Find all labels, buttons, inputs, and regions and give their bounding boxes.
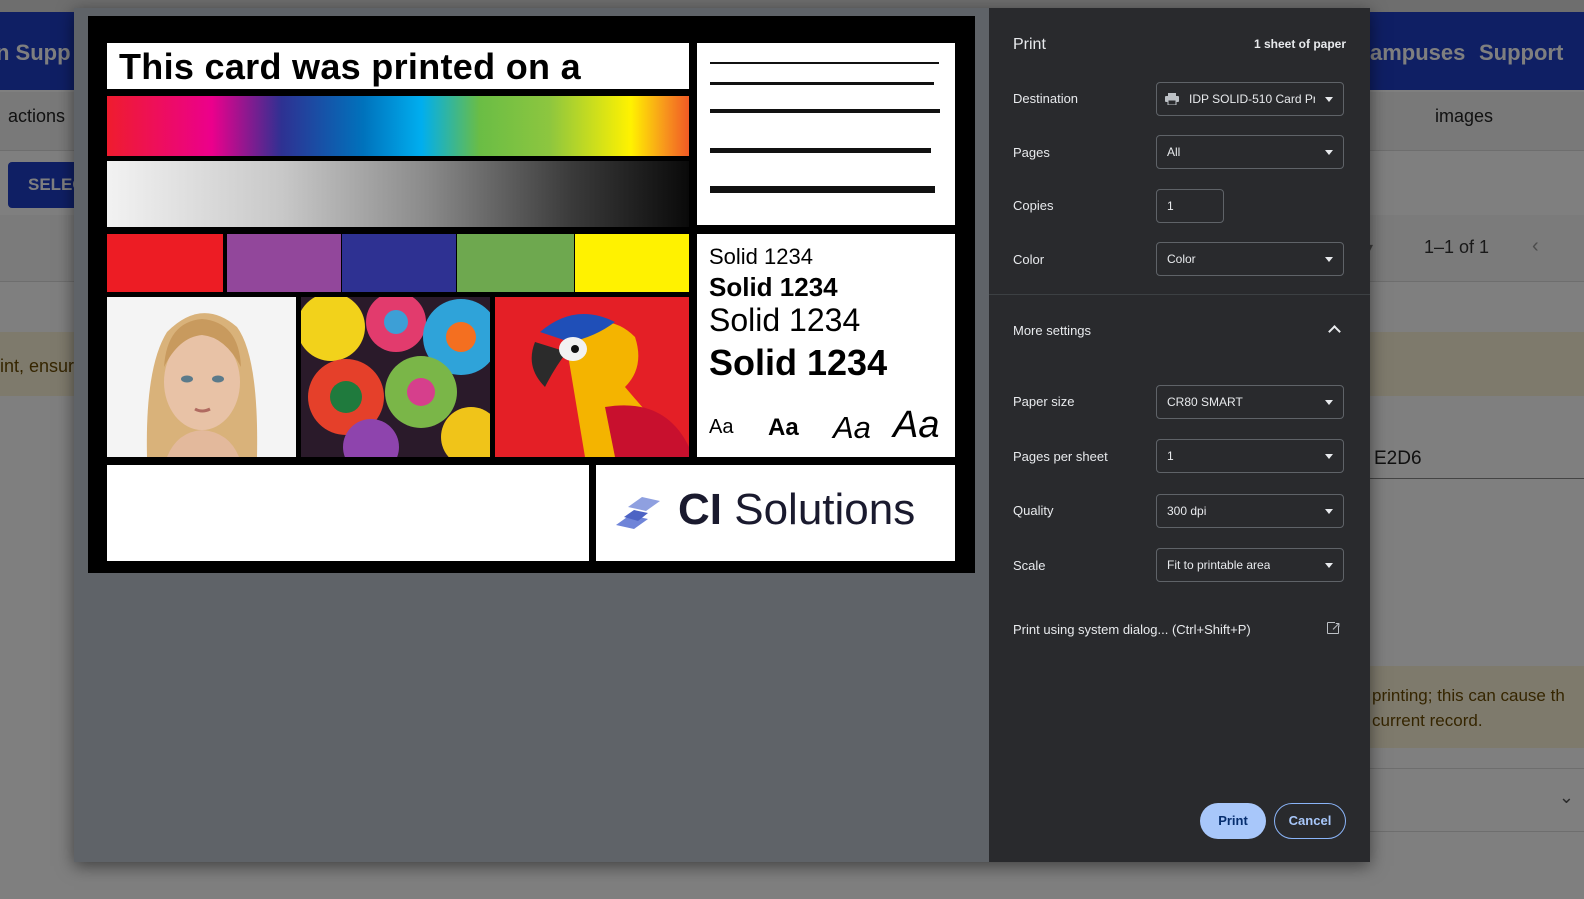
line-sample-4 <box>710 148 931 153</box>
ci-solutions-logo-icon <box>616 497 660 529</box>
logo-panel: CI Solutions <box>596 465 955 561</box>
swatch-yellow <box>575 234 689 292</box>
portrait-photo <box>107 297 296 457</box>
destination-value: IDP SOLID-510 Card Printer <box>1189 92 1315 106</box>
print-preview-area: This card was printed on a Solid 1234 So… <box>74 8 989 862</box>
pages-per-sheet-value: 1 <box>1167 449 1174 463</box>
pages-value: All <box>1167 145 1181 159</box>
pages-select[interactable]: All <box>1156 135 1344 169</box>
swatch-red <box>107 234 223 292</box>
settings-divider <box>989 294 1370 295</box>
parrot-photo <box>495 297 689 457</box>
quality-label: Quality <box>1013 503 1054 518</box>
quality-value: 300 dpi <box>1167 504 1207 518</box>
dropdown-caret-icon <box>1325 454 1333 459</box>
dropdown-caret-icon <box>1325 97 1333 102</box>
color-gradient-bar <box>107 96 689 156</box>
dropdown-caret-icon <box>1325 563 1333 568</box>
color-label: Color <box>1013 252 1045 267</box>
scale-value: Fit to printable area <box>1167 558 1271 572</box>
dropdown-caret-icon <box>1325 150 1333 155</box>
print-settings-panel: Print 1 sheet of paper Destination IDP S… <box>989 8 1370 862</box>
solid-sample-2: Solid 1234 <box>709 272 838 302</box>
paper-size-value: CR80 SMART <box>1167 395 1243 409</box>
text-sample-panel: Solid 1234 Solid 1234 Solid 1234 Solid 1… <box>697 234 955 457</box>
aa-sample-regular: Aa <box>709 416 734 438</box>
chevron-up-icon[interactable] <box>1328 325 1341 338</box>
scale-select[interactable]: Fit to printable area <box>1156 548 1344 582</box>
print-button[interactable]: Print <box>1200 803 1266 839</box>
line-sample-1 <box>710 62 939 64</box>
line-weight-panel <box>697 43 955 225</box>
dropdown-caret-icon <box>1325 400 1333 405</box>
ci-solutions-logo-text: CI Solutions <box>678 485 916 534</box>
pages-per-sheet-label: Pages per sheet <box>1013 449 1108 464</box>
solid-sample-1: Solid 1234 <box>709 244 813 269</box>
pages-per-sheet-select[interactable]: 1 <box>1156 439 1344 473</box>
aa-sample-large-italic: Aa <box>893 404 940 446</box>
copies-label: Copies <box>1013 198 1054 213</box>
copies-input[interactable]: 1 <box>1156 189 1224 223</box>
pages-label: Pages <box>1013 145 1050 160</box>
grayscale-gradient-bar <box>107 161 689 227</box>
line-sample-5 <box>710 186 935 193</box>
card-headline: This card was printed on a <box>119 46 581 87</box>
swatch-purple <box>227 234 341 292</box>
dropdown-caret-icon <box>1325 257 1333 262</box>
system-dialog-link[interactable]: Print using system dialog... (Ctrl+Shift… <box>1013 622 1251 637</box>
copies-value: 1 <box>1167 199 1174 213</box>
line-sample-3 <box>710 109 940 113</box>
color-select[interactable]: Color <box>1156 242 1344 276</box>
more-settings-toggle[interactable]: More settings <box>1013 323 1091 338</box>
destination-label: Destination <box>1013 91 1079 106</box>
aa-sample-italic: Aa <box>833 410 871 445</box>
paper-size-label: Paper size <box>1013 394 1075 409</box>
quality-select[interactable]: 300 dpi <box>1156 494 1344 528</box>
print-dialog-title: Print <box>1013 36 1046 53</box>
roses-photo <box>301 297 490 457</box>
blank-panel <box>107 465 589 561</box>
dropdown-caret-icon <box>1325 509 1333 514</box>
line-sample-2 <box>710 82 934 85</box>
print-dialog: This card was printed on a Solid 1234 So… <box>74 8 1370 862</box>
destination-select[interactable]: IDP SOLID-510 Card Printer <box>1156 82 1344 116</box>
open-in-new-arrow-icon: ↗ <box>1330 619 1341 633</box>
swatch-blue <box>342 234 456 292</box>
card-preview: This card was printed on a Solid 1234 So… <box>88 16 975 573</box>
scale-label: Scale <box>1013 558 1046 573</box>
sheet-count: 1 sheet of paper <box>1253 37 1346 51</box>
printer-icon <box>1165 93 1179 105</box>
color-value: Color <box>1167 252 1196 266</box>
card-headline-box: This card was printed on a <box>107 43 689 89</box>
solid-sample-3: Solid 1234 <box>709 302 861 338</box>
aa-sample-bold: Aa <box>768 414 799 441</box>
cancel-button[interactable]: Cancel <box>1274 803 1346 839</box>
swatch-green <box>457 234 574 292</box>
paper-size-select[interactable]: CR80 SMART <box>1156 385 1344 419</box>
solid-sample-4: Solid 1234 <box>709 342 888 383</box>
